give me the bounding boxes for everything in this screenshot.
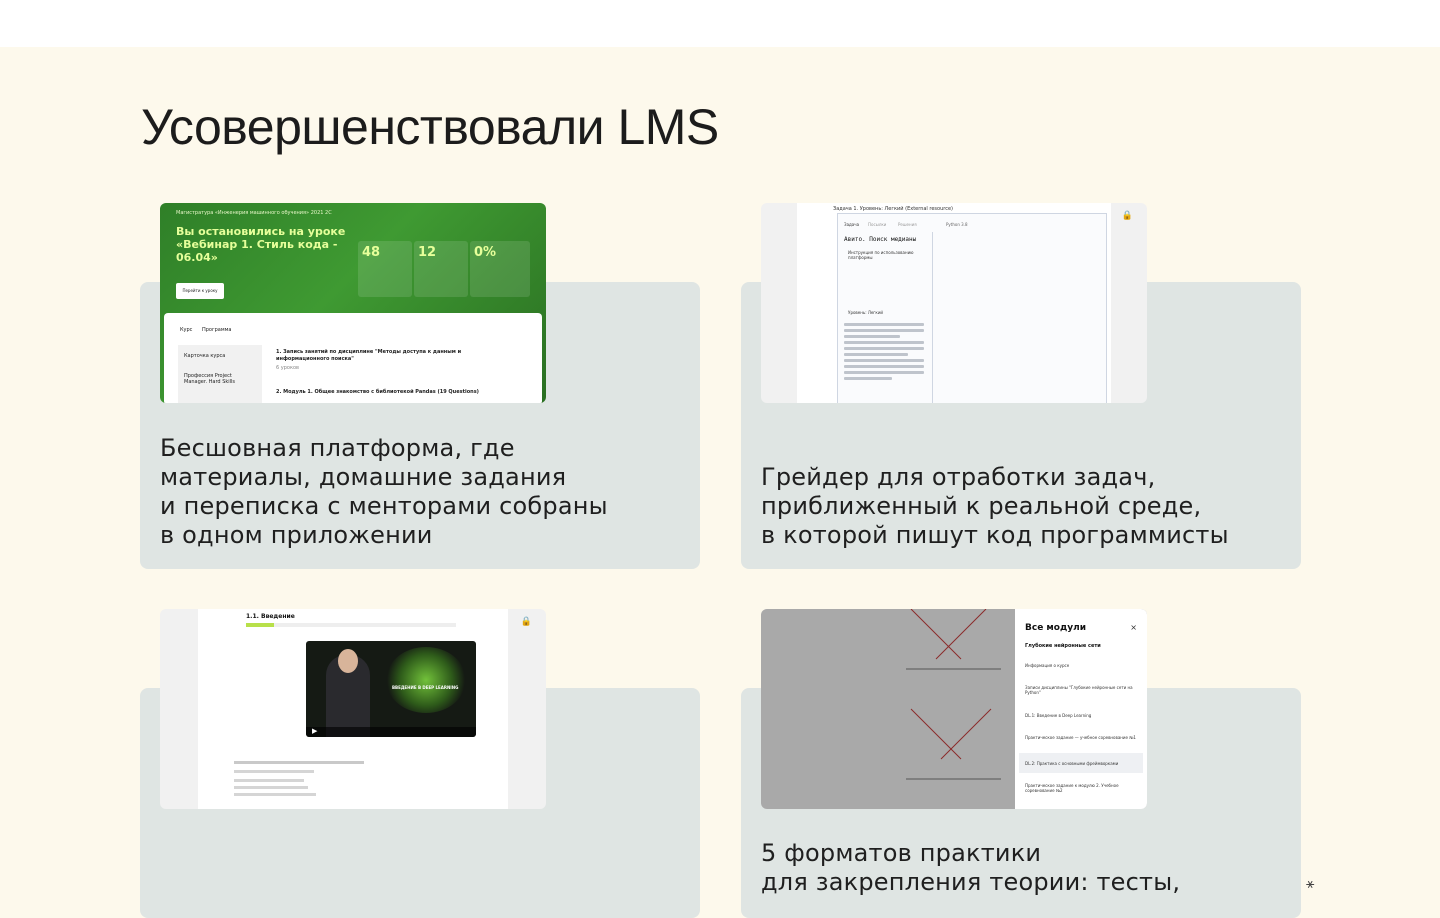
language-select[interactable]: Python 3.8 [946, 222, 968, 227]
lesson-line: 1. Запись занятий по дисциплине "Методы … [276, 349, 462, 355]
modules-modal: Все модули × Глубокие нейронные сети Инф… [1015, 609, 1147, 809]
course-sidebar: Карточка курса Профессия Project Manager… [178, 345, 262, 403]
modal-subtitle: Глубокие нейронные сети [1025, 643, 1101, 649]
neural-diagram [906, 609, 1001, 780]
course-panel: Курс Программа Карточка курса Профессия … [164, 313, 542, 403]
feature-card-text: 5 форматов практики для закрепления теор… [761, 839, 1181, 896]
screenshot-grader: Задача 1. Уровень: Легкий (External reso… [761, 203, 1147, 403]
tab-solutions[interactable]: Решения [898, 222, 917, 227]
editor-divider [932, 232, 933, 403]
sidebar-item[interactable]: Профессия Project Manager. Hard Skills [184, 373, 254, 385]
stat-box: 48 [358, 241, 412, 297]
decorative-icon: ⚹ [1306, 876, 1315, 892]
close-icon[interactable]: × [1130, 623, 1137, 632]
screenshot-video-lesson: 1.1. Введение ВВЕДЕНИЕ В DEEP LEARNING ▶… [160, 609, 546, 809]
lesson-description [234, 757, 434, 800]
lock-icon: 🔒 [1121, 211, 1133, 221]
video-page: 1.1. Введение ВВЕДЕНИЕ В DEEP LEARNING ▶ [198, 609, 508, 809]
tab-course[interactable]: Курс [180, 327, 192, 333]
program-label: Магистратура «Инженерия машинного обучен… [176, 210, 332, 216]
video-controls[interactable]: ▶ [306, 727, 476, 737]
module-item[interactable]: Практическое задание — учебное соревнова… [1025, 735, 1137, 740]
video-graphic [386, 647, 466, 713]
lesson-title: 1.1. Введение [246, 613, 295, 620]
screenshot-modules: Все модули × Глубокие нейронные сети Инф… [761, 609, 1147, 809]
feature-card-text: Бесшовная платформа, где материалы, дома… [160, 434, 608, 549]
video-caption: ВВЕДЕНИЕ В DEEP LEARNING [392, 685, 459, 690]
continue-lesson-button[interactable]: Перейти к уроку [176, 283, 224, 299]
module-item[interactable]: Записи дисциплины "Глубокие нейронные се… [1025, 685, 1137, 695]
lesson-line: информационного поиска" [276, 356, 354, 362]
instruction-link[interactable]: Инструкция по использованию платформы [848, 250, 918, 260]
lock-icon: 🔒 [520, 617, 532, 627]
editor-frame: Задача Посылки Решения Python 3.8 Авито.… [837, 213, 1107, 403]
module-item[interactable]: Информация о курсе [1025, 663, 1069, 668]
task-title: Задача 1. Уровень: Легкий (External reso… [833, 206, 953, 212]
stat-value: 12 [418, 245, 437, 260]
module-item[interactable]: Практическое задание к модулю 2. Учебное… [1025, 783, 1137, 793]
screenshot-lms-dashboard: Магистратура «Инженерия машинного обучен… [160, 203, 546, 403]
play-icon[interactable]: ▶ [312, 727, 317, 735]
presenter-face [338, 649, 358, 673]
sidebar-item[interactable]: Карточка курса [184, 353, 225, 359]
section-title: Усовершенствовали LMS [141, 99, 719, 155]
problem-title: Авито. Поиск медианы [844, 236, 917, 243]
lesson-line: 2. Модуль 1. Общее знакомство с библиоте… [276, 389, 479, 395]
stat-value: 0% [474, 245, 497, 260]
stat-value: 48 [362, 245, 381, 260]
tab-submissions[interactable]: Посылки [868, 222, 886, 227]
stat-box: 0% [470, 241, 530, 297]
module-item[interactable]: DL.1: Введение в Deep Learning [1025, 713, 1091, 718]
tab-program[interactable]: Программа [202, 327, 231, 333]
video-player[interactable]: ВВЕДЕНИЕ В DEEP LEARNING ▶ [306, 641, 476, 737]
module-item[interactable]: DL.2: Практика с основными фреймворками [1025, 761, 1118, 766]
stat-box: 12 [414, 241, 468, 297]
tab-task[interactable]: Задача [844, 222, 859, 227]
progress-fill [246, 623, 274, 627]
problem-text [844, 320, 924, 383]
grader-page: Задача 1. Уровень: Легкий (External reso… [797, 203, 1111, 403]
lms-headline: Вы остановились на уроке «Вебинар 1. Сти… [176, 225, 346, 264]
feature-card-text: Грейдер для отработки задач, приближенны… [761, 463, 1229, 549]
modal-title: Все модули [1025, 623, 1087, 633]
level-label: Уровень: Легкий [848, 310, 884, 315]
top-bar [0, 0, 1440, 47]
lesson-progress [246, 623, 456, 627]
lesson-count: 6 уроков [276, 365, 299, 371]
